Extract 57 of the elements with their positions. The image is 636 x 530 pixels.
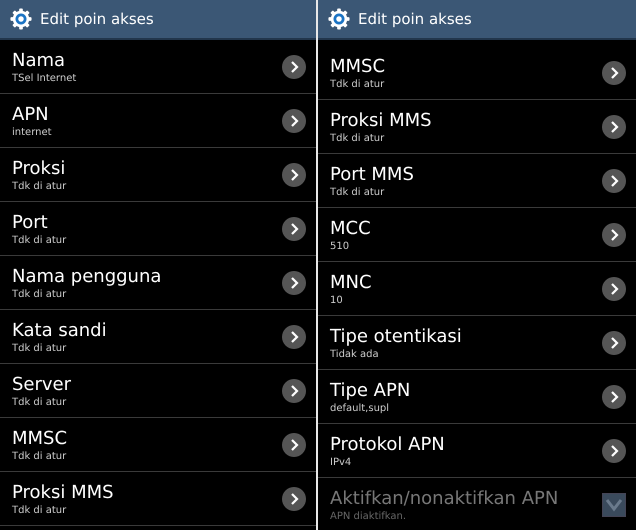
setting-value: Tdk di atur [12, 396, 68, 408]
setting-value: Tdk di atur [330, 186, 386, 198]
setting-label: Proksi [12, 158, 66, 178]
setting-value: 510 [330, 240, 350, 252]
setting-label: MMSC [12, 428, 68, 448]
setting-value: internet [12, 126, 53, 138]
setting-label: Port [12, 212, 49, 232]
setting-value: default,supl [330, 402, 390, 414]
setting-label: Tipe otentikasi [330, 326, 463, 346]
setting-label: MNC [330, 272, 373, 292]
setting-label: Port MMS [330, 164, 415, 184]
setting-label: Proksi MMS [330, 110, 433, 130]
chevron-icon[interactable] [282, 270, 306, 294]
chevron-icon[interactable] [282, 324, 306, 348]
setting-value: Tdk di atur [12, 180, 68, 192]
chevron-icon[interactable] [282, 162, 306, 186]
setting-label: Nama [12, 50, 66, 70]
chevron-icon[interactable] [282, 486, 306, 510]
setting-value: APN diaktifkan. [330, 510, 408, 522]
setting-value: Tdk di atur [12, 504, 68, 516]
setting-label: Protokol APN [330, 434, 446, 454]
chevron-icon[interactable] [602, 168, 626, 192]
setting-value: Tidak ada [330, 348, 380, 360]
chevron-icon[interactable] [282, 216, 306, 240]
screen-title: Edit poin akses [40, 10, 154, 28]
setting-value: Tdk di atur [12, 288, 68, 300]
setting-label: Tipe APN [330, 380, 412, 400]
setting-value: Tdk di atur [330, 132, 386, 144]
chevron-icon[interactable] [602, 276, 626, 300]
setting-label: Nama pengguna [12, 266, 162, 286]
chevron-icon[interactable] [602, 384, 626, 408]
setting-value: 10 [330, 294, 344, 306]
setting-label: MCC [330, 218, 372, 238]
setting-value: Tdk di atur [12, 234, 68, 246]
chevron-icon[interactable] [602, 60, 626, 84]
screen-title: Edit poin akses [358, 10, 472, 28]
setting-label: APN [12, 104, 50, 124]
chevron-icon[interactable] [282, 378, 306, 402]
chevron-icon[interactable] [282, 54, 306, 78]
setting-value: Tdk di atur [330, 78, 386, 90]
chevron-icon[interactable] [602, 330, 626, 354]
setting-label: Aktifkan/nonaktifkan APN [330, 488, 560, 508]
setting-value: Tdk di atur [12, 450, 68, 462]
setting-label: Server [12, 374, 72, 394]
setting-value: TSel Internet [12, 72, 78, 84]
setting-value: IPv4 [330, 456, 352, 468]
chevron-icon[interactable] [602, 114, 626, 138]
chevron-icon[interactable] [282, 432, 306, 456]
setting-value: Tdk di atur [12, 342, 68, 354]
setting-label: MMSC [330, 56, 386, 76]
setting-label: Proksi MMS [12, 482, 115, 502]
settings-icon [10, 8, 32, 30]
chevron-icon[interactable] [282, 108, 306, 132]
setting-label: Kata sandi [12, 320, 108, 340]
chevron-icon[interactable] [602, 438, 626, 462]
settings-icon [328, 8, 350, 30]
chevron-icon[interactable] [602, 222, 626, 246]
